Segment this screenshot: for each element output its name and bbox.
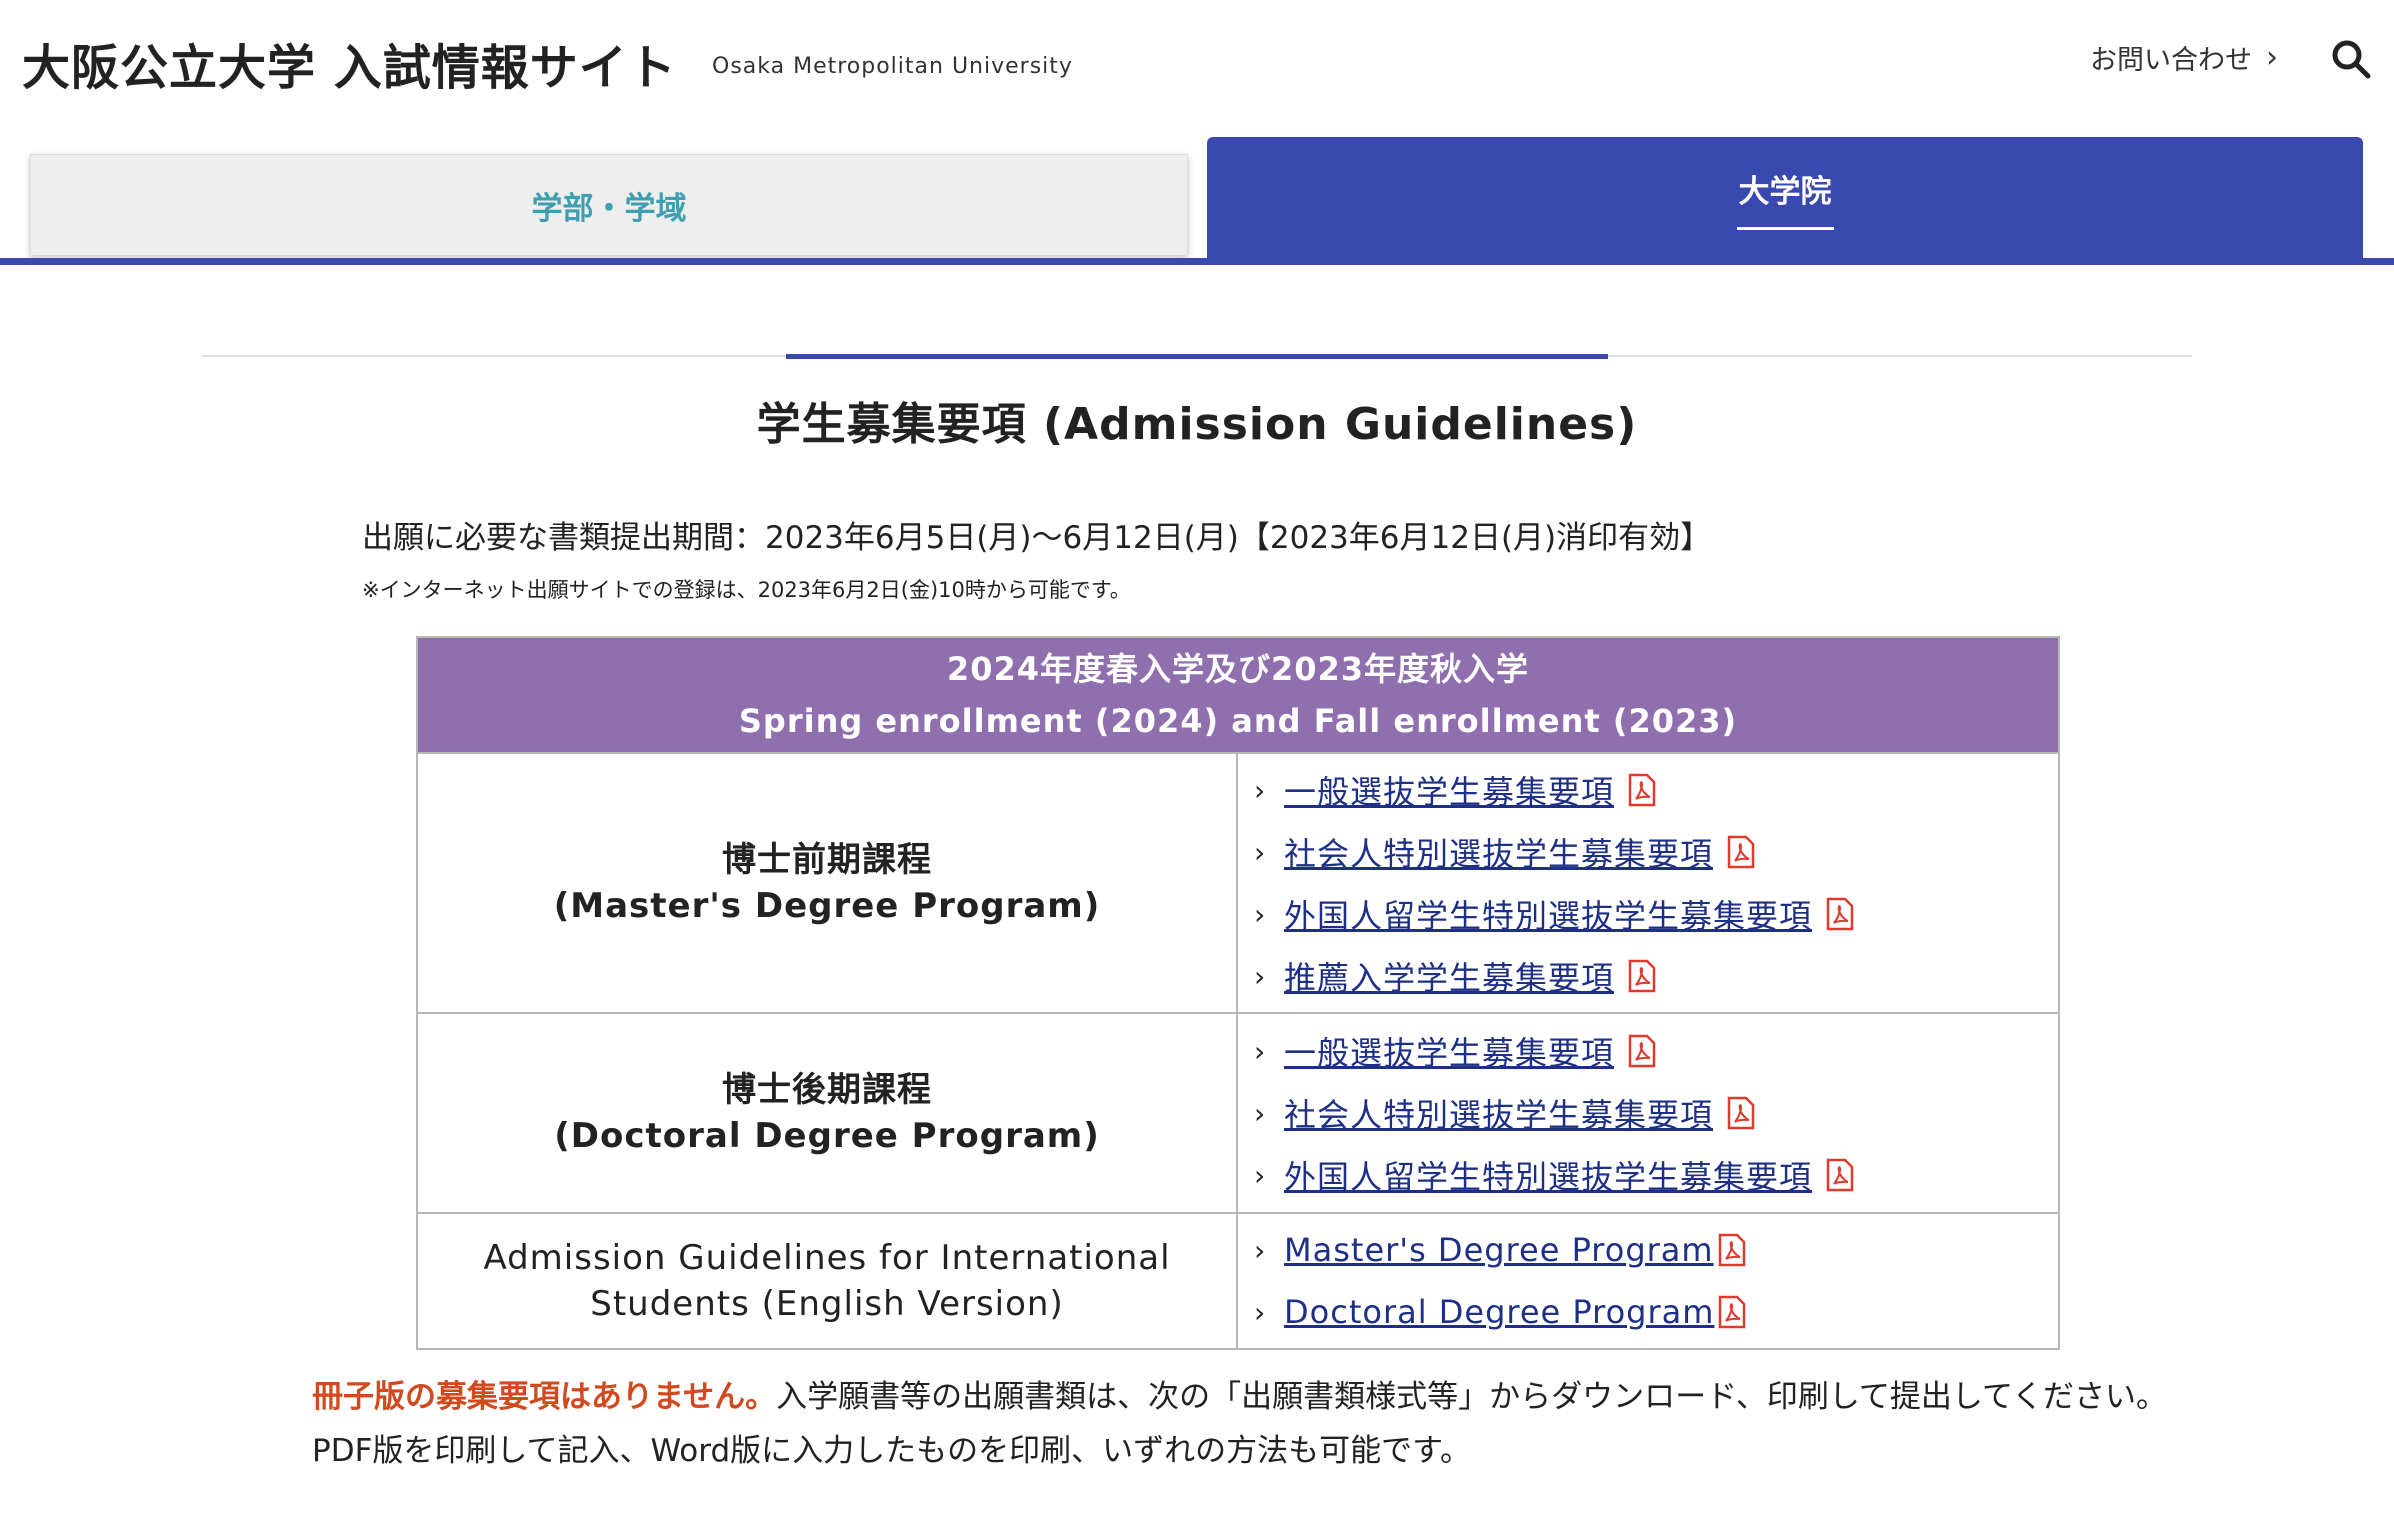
table-row: 博士前期課程 (Master's Degree Program) › 一般選抜学生… [416, 752, 2060, 1014]
section-rule-accent [786, 354, 1608, 359]
pdf-icon [1727, 1096, 1755, 1130]
link-text[interactable]: 一般選抜学生募集要項 [1284, 1028, 1614, 1074]
pdf-link[interactable]: › Master's Degree Program [1248, 1219, 2058, 1281]
chevron-right-icon: › [1254, 959, 1266, 993]
pdf-icon [1718, 1233, 1745, 1267]
table-header-en: Spring enrollment (2024) and Fall enroll… [738, 702, 1738, 740]
no-booklet-notice: 冊子版の募集要項はありません。 [312, 1379, 777, 1415]
program-cell-master: 博士前期課程 (Master's Degree Program) [416, 752, 1238, 1014]
tab-graduate-school[interactable]: 大学院 [1207, 137, 2363, 261]
table-header-ja: 2024年度春入学及び2023年度秋入学 [946, 650, 1530, 688]
link-text[interactable]: 外国人留学生特別選抜学生募集要項 [1284, 891, 1812, 937]
pdf-icon [1719, 1295, 1746, 1329]
program-cell-english: Admission Guidelines for International S… [416, 1212, 1238, 1350]
pdf-icon [1826, 1158, 1854, 1192]
submission-period: 出願に必要な書類提出期間：2023年6月5日(月)〜6月12日(月)【2023年… [362, 520, 1712, 556]
tab-graduate-school-label: 大学院 [1736, 166, 1834, 230]
link-text[interactable]: 外国人留学生特別選抜学生募集要項 [1284, 1152, 1812, 1198]
chevron-right-icon: › [1254, 1034, 1266, 1068]
link-text[interactable]: Master's Degree Program [1284, 1231, 1714, 1269]
pdf-link[interactable]: › 一般選抜学生募集要項 [1248, 1020, 2058, 1082]
pdf-link[interactable]: › 一般選抜学生募集要項 [1248, 759, 2058, 821]
application-documents-note: 冊子版の募集要項はありません。入学願書等の出願書類は、次の「出願書類様式等」から… [312, 1370, 2172, 1478]
chevron-right-icon: › [1254, 1295, 1266, 1329]
chevron-right-icon: › [1254, 897, 1266, 931]
pdf-icon [1628, 773, 1656, 807]
program-cell-doctoral: 博士後期課程 (Doctoral Degree Program) [416, 1012, 1238, 1214]
contact-label: お問い合わせ [2090, 45, 2252, 76]
tab-undergraduate-label: 学部・学域 [531, 190, 687, 227]
link-text[interactable]: 社会人特別選抜学生募集要項 [1284, 829, 1713, 875]
pdf-icon [1628, 959, 1656, 993]
links-cell: › Master's Degree Program › Doctoral Degre… [1236, 1212, 2060, 1350]
pdf-link[interactable]: › 社会人特別選抜学生募集要項 [1248, 1082, 2058, 1144]
page-title: 学生募集要項 (Admission Guidelines) [756, 399, 1638, 450]
pdf-link[interactable]: › 外国人留学生特別選抜学生募集要項 [1248, 1144, 2058, 1206]
links-cell: › 一般選抜学生募集要項 › 社会人特別選抜学生募集要項 › 外国人留学生特別選抜学生… [1236, 1012, 2060, 1214]
chevron-right-icon: › [1254, 835, 1266, 869]
program-name-en: (Doctoral Degree Program) [554, 1116, 1100, 1156]
table-header: 2024年度春入学及び2023年度秋入学 Spring enrollment (… [416, 636, 2060, 754]
site-title[interactable]: 大阪公立大学 入試情報サイト [22, 28, 677, 98]
admission-guidelines-table: 2024年度春入学及び2023年度秋入学 Spring enrollment (… [416, 636, 2060, 1350]
link-text[interactable]: Doctoral Degree Program [1284, 1293, 1714, 1331]
program-name-line1: Admission Guidelines for International [483, 1238, 1171, 1278]
link-text[interactable]: 社会人特別選抜学生募集要項 [1284, 1090, 1713, 1136]
pdf-link[interactable]: › 社会人特別選抜学生募集要項 [1248, 821, 2058, 883]
chevron-right-icon: › [1254, 1233, 1266, 1267]
link-text[interactable]: 一般選抜学生募集要項 [1284, 767, 1614, 813]
table-row: Admission Guidelines for International S… [416, 1212, 2060, 1350]
pdf-link[interactable]: › 外国人留学生特別選抜学生募集要項 [1248, 883, 2058, 945]
chevron-right-icon: › [1254, 1158, 1266, 1192]
chevron-right-icon: › [2266, 40, 2278, 75]
program-name-en: (Master's Degree Program) [553, 886, 1101, 926]
program-name-ja: 博士後期課程 [722, 1070, 932, 1110]
program-name-ja: 博士前期課程 [722, 840, 932, 880]
tab-undergraduate[interactable]: 学部・学域 [30, 154, 1188, 255]
contact-link[interactable]: お問い合わせ › [2090, 38, 2278, 77]
table-row: 博士後期課程 (Doctoral Degree Program) › 一般選抜学生… [416, 1012, 2060, 1214]
registration-note: ※インターネット出願サイトでの登録は、2023年6月2日(金)10時から可能です… [362, 578, 1131, 602]
pdf-link[interactable]: › 推薦入学学生募集要項 [1248, 945, 2058, 1007]
pdf-icon [1628, 1034, 1656, 1068]
links-cell: › 一般選抜学生募集要項 › 社会人特別選抜学生募集要項 › 外国人留学生特別選抜学生… [1236, 752, 2060, 1014]
link-text[interactable]: 推薦入学学生募集要項 [1284, 953, 1614, 999]
chevron-right-icon: › [1254, 1096, 1266, 1130]
program-name-line2: Students (English Version) [590, 1284, 1064, 1324]
pdf-link[interactable]: › Doctoral Degree Program [1248, 1281, 2058, 1343]
tab-bar-divider [0, 258, 2394, 265]
pdf-icon [1826, 897, 1854, 931]
search-icon[interactable] [2330, 38, 2372, 80]
pdf-icon [1727, 835, 1755, 869]
chevron-right-icon: › [1254, 773, 1266, 807]
site-subtitle: Osaka Metropolitan University [712, 54, 1073, 79]
